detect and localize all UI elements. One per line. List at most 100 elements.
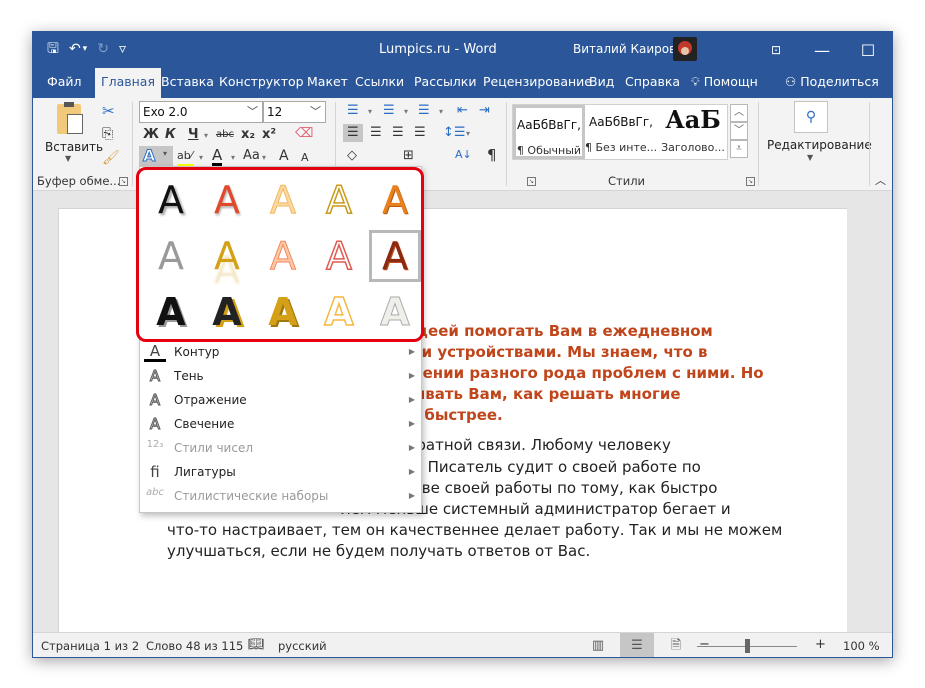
text-effect-option[interactable]: A <box>313 230 365 282</box>
web-layout-button[interactable]: 🗎︎ <box>659 633 693 657</box>
tab-tell-me[interactable]: 💡︎ Помощн <box>685 68 764 98</box>
menu-item-outline[interactable]: A Контур ▶ <box>140 341 423 365</box>
text-effect-option[interactable]: A <box>313 174 365 226</box>
text-effect-option[interactable]: A <box>369 286 421 338</box>
align-center-icon[interactable]: ☰ <box>370 125 382 141</box>
text-effect-option[interactable]: A <box>313 286 365 338</box>
bold-button[interactable]: Ж <box>143 127 159 143</box>
style-normal[interactable]: АаБбВвГг, ¶ Обычный <box>513 105 585 159</box>
redo-icon[interactable]: ↻ <box>97 40 109 58</box>
chevron-down-icon[interactable]: ﹀ <box>247 102 258 122</box>
text-effect-option[interactable]: A <box>145 230 197 282</box>
font-size-combo[interactable]: 12 ﹀ <box>263 101 326 123</box>
text-effect-option[interactable]: A <box>201 230 253 282</box>
grow-font-button[interactable]: A <box>279 148 289 164</box>
italic-button[interactable]: К <box>165 127 176 143</box>
paste-button[interactable]: Вставить ▼ <box>41 102 103 168</box>
text-effect-option[interactable]: A <box>257 230 309 282</box>
text-effect-option[interactable]: A <box>201 174 253 226</box>
share-button[interactable]: ⚇ Поделиться <box>779 68 885 98</box>
tab-home[interactable]: Главная <box>95 68 161 98</box>
maximize-button[interactable]: ☐ <box>845 32 891 68</box>
menu-item-glow[interactable]: A Свечение ▶ <box>140 413 423 437</box>
zoom-out-button[interactable]: − <box>699 637 710 652</box>
vertical-scrollbar[interactable] <box>847 192 892 632</box>
show-formatting-icon[interactable]: ¶ <box>487 147 497 163</box>
print-layout-button[interactable]: ☰ <box>620 633 654 657</box>
shading-icon[interactable]: ◇ <box>347 148 357 164</box>
highlight-dropdown-icon[interactable]: ▾ <box>199 150 203 166</box>
bullets-icon[interactable]: ☰ <box>347 103 359 119</box>
bullets-dropdown-icon[interactable]: ▾ <box>368 104 372 120</box>
styles-more-button[interactable]: ⩡ <box>730 140 748 158</box>
clear-formatting-icon[interactable]: ⌫ <box>295 126 313 142</box>
multilevel-dropdown-icon[interactable]: ▾ <box>439 104 443 120</box>
avatar[interactable] <box>673 37 697 61</box>
numbering-icon[interactable]: ☰ <box>383 103 395 119</box>
underline-dropdown-icon[interactable]: ▾ <box>204 128 208 144</box>
change-case-button[interactable]: Aa <box>243 148 260 164</box>
text-effect-option[interactable]: A <box>369 174 421 226</box>
zoom-in-button[interactable]: + <box>815 637 826 652</box>
page-count[interactable]: Страница 1 из 2 <box>41 639 139 653</box>
word-count[interactable]: Слово 48 из 115 <box>146 639 243 653</box>
save-icon[interactable]: 🖫 <box>47 40 59 58</box>
text-effect-option[interactable]: A <box>145 286 197 338</box>
style-no-spacing[interactable]: АаБбВвГг, ¶ Без инте... <box>585 105 657 159</box>
user-name[interactable]: Виталий Каиров <box>573 42 676 56</box>
chevron-down-icon[interactable]: ﹀ <box>310 102 321 122</box>
tab-layout[interactable]: Макет <box>301 68 354 98</box>
font-color-icon[interactable]: A <box>212 147 223 167</box>
borders-icon[interactable]: ⊞ <box>403 148 414 164</box>
minimize-button[interactable]: — <box>799 32 845 68</box>
close-button[interactable]: ✕ <box>891 32 892 68</box>
zoom-level[interactable]: 100 % <box>843 639 880 653</box>
cut-icon[interactable]: ✂ <box>102 103 115 119</box>
read-mode-button[interactable]: ▥ <box>581 633 615 657</box>
justify-icon[interactable]: ☰ <box>414 125 426 141</box>
text-effect-option[interactable]: A <box>201 286 253 338</box>
collapse-ribbon-icon[interactable]: ︿ <box>875 173 886 189</box>
text-effect-option[interactable]: A <box>369 230 421 282</box>
tab-file[interactable]: Файл <box>41 68 88 98</box>
text-effect-option[interactable]: A <box>257 286 309 338</box>
multilevel-list-icon[interactable]: ☰ <box>418 103 430 119</box>
zoom-slider-thumb[interactable] <box>745 639 750 653</box>
superscript-button[interactable]: x² <box>262 127 276 143</box>
numbering-dropdown-icon[interactable]: ▾ <box>404 104 408 120</box>
text-effects-button[interactable]: A ▾ <box>139 146 173 166</box>
font-name-combo[interactable]: Exo 2.0 ﹀ <box>139 101 263 123</box>
tab-mailings[interactable]: Рассылки <box>408 68 482 98</box>
line-spacing-dropdown-icon[interactable]: ▾ <box>466 126 470 142</box>
tab-view[interactable]: Вид <box>583 68 620 98</box>
tab-design[interactable]: Конструктор <box>213 68 310 98</box>
copy-icon[interactable]: ⎘ <box>102 126 113 142</box>
tab-references[interactable]: Ссылки <box>349 68 410 98</box>
editing-button[interactable]: ⚲ Редактирование ▼ <box>763 98 872 168</box>
shrink-font-button[interactable]: A <box>301 150 309 166</box>
menu-item-ligatures[interactable]: fi Лигатуры ▶ <box>140 461 423 485</box>
highlight-color-icon[interactable]: ab⁄ <box>177 148 193 168</box>
increase-indent-icon[interactable]: ⇥ <box>479 103 490 119</box>
undo-icon[interactable]: ↶ <box>69 40 81 58</box>
styles-launcher-icon[interactable]: ↘ <box>746 177 755 186</box>
align-left-icon[interactable]: ☰ <box>343 124 363 142</box>
undo-dropdown-icon[interactable]: ▾ <box>83 40 88 58</box>
menu-item-reflection[interactable]: A Отражение ▶ <box>140 389 423 413</box>
language[interactable]: русский <box>278 639 327 653</box>
style-heading[interactable]: АаБ Заголово... <box>657 105 729 159</box>
tab-review[interactable]: Рецензирование <box>477 68 598 98</box>
clipboard-launcher-icon[interactable]: ↘ <box>119 177 128 186</box>
proofing-icon[interactable]: 📖︎ <box>248 637 265 652</box>
change-case-dropdown-icon[interactable]: ▾ <box>262 150 266 166</box>
tab-help[interactable]: Справка <box>619 68 686 98</box>
customize-qat-icon[interactable]: ▿ <box>119 40 126 58</box>
styles-scroll-up-button[interactable]: ︿ <box>730 104 748 122</box>
line-spacing-icon[interactable]: ↕☰ <box>443 125 466 141</box>
menu-item-shadow[interactable]: A Тень ▶ <box>140 365 423 389</box>
styles-scroll-down-button[interactable]: ﹀ <box>730 122 748 140</box>
decrease-indent-icon[interactable]: ⇤ <box>457 103 468 119</box>
paragraph-launcher-icon[interactable]: ↘ <box>527 177 536 186</box>
text-effect-option[interactable]: A <box>257 174 309 226</box>
subscript-button[interactable]: x₂ <box>241 127 255 143</box>
